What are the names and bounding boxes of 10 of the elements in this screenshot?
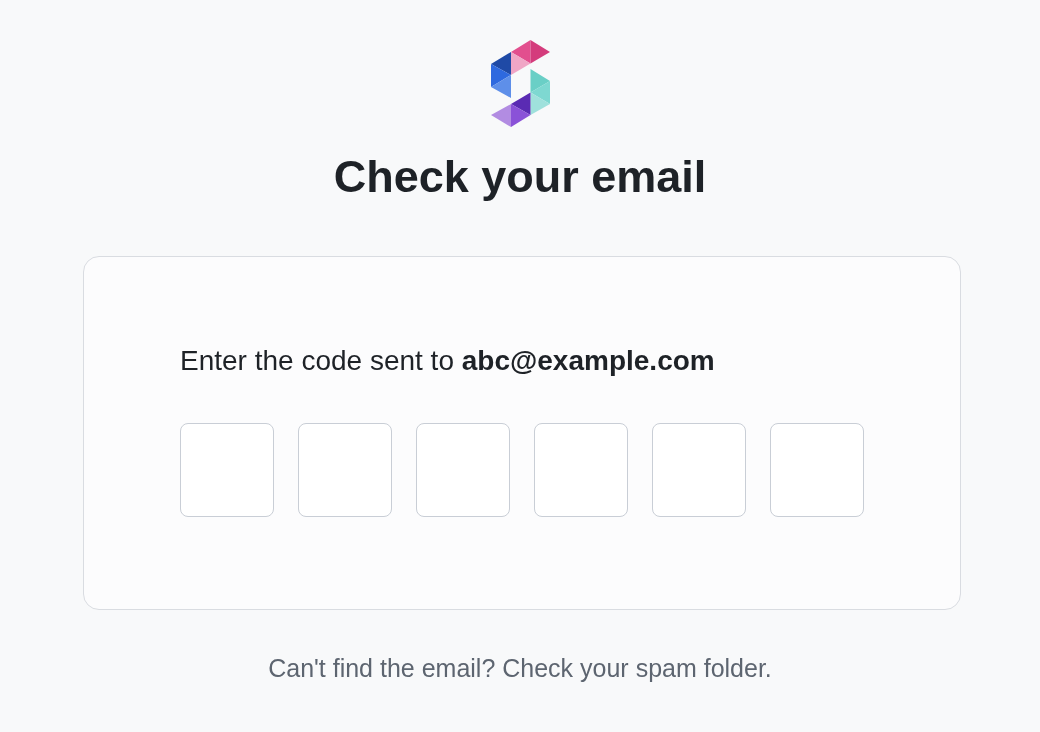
spam-folder-note: Can't find the email? Check your spam folder.: [268, 653, 772, 684]
logo-icon: [490, 40, 550, 127]
code-input-field[interactable]: [652, 423, 746, 517]
code-input-field[interactable]: [416, 423, 510, 517]
code-input-field[interactable]: [770, 423, 864, 517]
code-input-field[interactable]: [298, 423, 392, 517]
page-title: Check your email: [333, 150, 707, 204]
code-prompt: Enter the code sent to abc@example.com: [180, 344, 715, 378]
code-input-field[interactable]: [534, 423, 628, 517]
code-input-field[interactable]: [180, 423, 274, 517]
